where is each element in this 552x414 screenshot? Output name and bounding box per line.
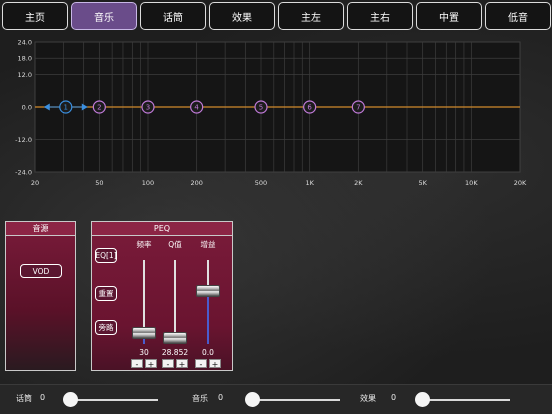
vod-button[interactable]: VOD (20, 264, 62, 278)
volume-footer: 话筒 0 音乐 0 效果 0 (0, 384, 552, 414)
eq-x-tick-label: 2K (354, 179, 363, 187)
eq-graph[interactable]: 24.0 18.0 12.0 0.0 -12.0 -24.0 20 50 100 200 500 1K… (0, 34, 552, 194)
effect-volume-value: 0 (391, 393, 397, 402)
freq-value: 30 (139, 348, 149, 357)
eq-graph-canvas[interactable]: 24.0 18.0 12.0 0.0 -12.0 -24.0 20 50 100 200 500 1K… (0, 34, 552, 194)
gain-value: 0.0 (202, 348, 214, 357)
eq-x-tick-label: 1K (305, 179, 314, 187)
music-volume-slider-track[interactable] (252, 399, 340, 401)
q-value: 28.852 (161, 348, 189, 357)
eq-x-tick-label: 10K (465, 179, 478, 187)
tab-bar: 主页 音乐 话筒 效果 主左 主右 中置 低音 (2, 2, 552, 32)
reset-button[interactable]: 重置 (95, 286, 117, 301)
music-volume-value: 0 (218, 393, 224, 402)
gain-label: 增益 (200, 240, 216, 249)
source-panel-title: 音源 (6, 222, 75, 236)
tab-music[interactable]: 音乐 (71, 2, 137, 30)
effect-volume-label: 效果 (360, 394, 376, 403)
freq-label: 频率 (136, 240, 152, 249)
eq-x-tick-label: 5K (418, 179, 427, 187)
q-label: Q值 (168, 240, 182, 249)
eq-x-tick-label: 20K (514, 179, 527, 187)
freq-increment-button[interactable]: + (145, 359, 157, 369)
mic-volume-slider-handle[interactable] (63, 392, 78, 407)
eq-x-tick-label: 20 (31, 179, 39, 187)
eq-y-tick-label: -24.0 (15, 168, 32, 176)
tab-mic[interactable]: 话筒 (140, 2, 206, 30)
eq-band-node-label: 3 (146, 104, 150, 112)
q-slider-handle[interactable] (163, 332, 187, 344)
eq-band-node-label: 4 (194, 104, 199, 112)
eq-band-node-label: 7 (356, 104, 360, 112)
eq-y-tick-label: 12.0 (18, 71, 32, 79)
eq-y-tick-label: 18.0 (18, 55, 32, 63)
eq-y-tick-label: 24.0 (18, 38, 32, 46)
eq-x-tick-label: 100 (142, 179, 154, 187)
mic-volume-label: 话筒 (16, 394, 32, 403)
mic-volume-slider-track[interactable] (70, 399, 158, 401)
eq-band-node-label: 5 (259, 104, 263, 112)
gain-increment-button[interactable]: + (209, 359, 221, 369)
peq-panel: PEQ EQ[1] 重置 旁路 频率 Q值 增益 30 28.852 0.0 -… (91, 221, 233, 371)
music-volume-slider-handle[interactable] (245, 392, 260, 407)
eq-band-node-label: 6 (307, 104, 312, 112)
mic-volume-value: 0 (40, 393, 46, 402)
tab-main-right[interactable]: 主右 (347, 2, 413, 30)
eq-y-tick-label: 0.0 (22, 103, 32, 111)
eq-band-node-label: 1 (64, 104, 68, 112)
tab-main-left[interactable]: 主左 (278, 2, 344, 30)
q-increment-button[interactable]: + (176, 359, 188, 369)
eq-x-tick-label: 50 (95, 179, 103, 187)
eq-band-select-button[interactable]: EQ[1] (95, 248, 117, 263)
gain-slider-fill (207, 292, 209, 344)
music-volume-label: 音乐 (192, 394, 208, 403)
effect-volume-slider-handle[interactable] (415, 392, 430, 407)
peq-panel-title: PEQ (92, 222, 232, 236)
eq-x-tick-label: 200 (190, 179, 202, 187)
freq-slider-handle[interactable] (132, 327, 156, 339)
source-panel: 音源 VOD (5, 221, 76, 371)
eq-band-node-label: 2 (97, 104, 101, 112)
q-decrement-button[interactable]: - (162, 359, 174, 369)
tab-center[interactable]: 中置 (416, 2, 482, 30)
gain-slider-handle[interactable] (196, 285, 220, 297)
gain-decrement-button[interactable]: - (195, 359, 207, 369)
tab-home[interactable]: 主页 (2, 2, 68, 30)
eq-x-tick-label: 500 (255, 179, 267, 187)
effect-volume-slider-track[interactable] (422, 399, 510, 401)
eq-y-tick-label: -12.0 (15, 136, 32, 144)
freq-decrement-button[interactable]: - (131, 359, 143, 369)
tab-effect[interactable]: 效果 (209, 2, 275, 30)
tab-subwoofer[interactable]: 低音 (485, 2, 551, 30)
bypass-button[interactable]: 旁路 (95, 320, 117, 335)
